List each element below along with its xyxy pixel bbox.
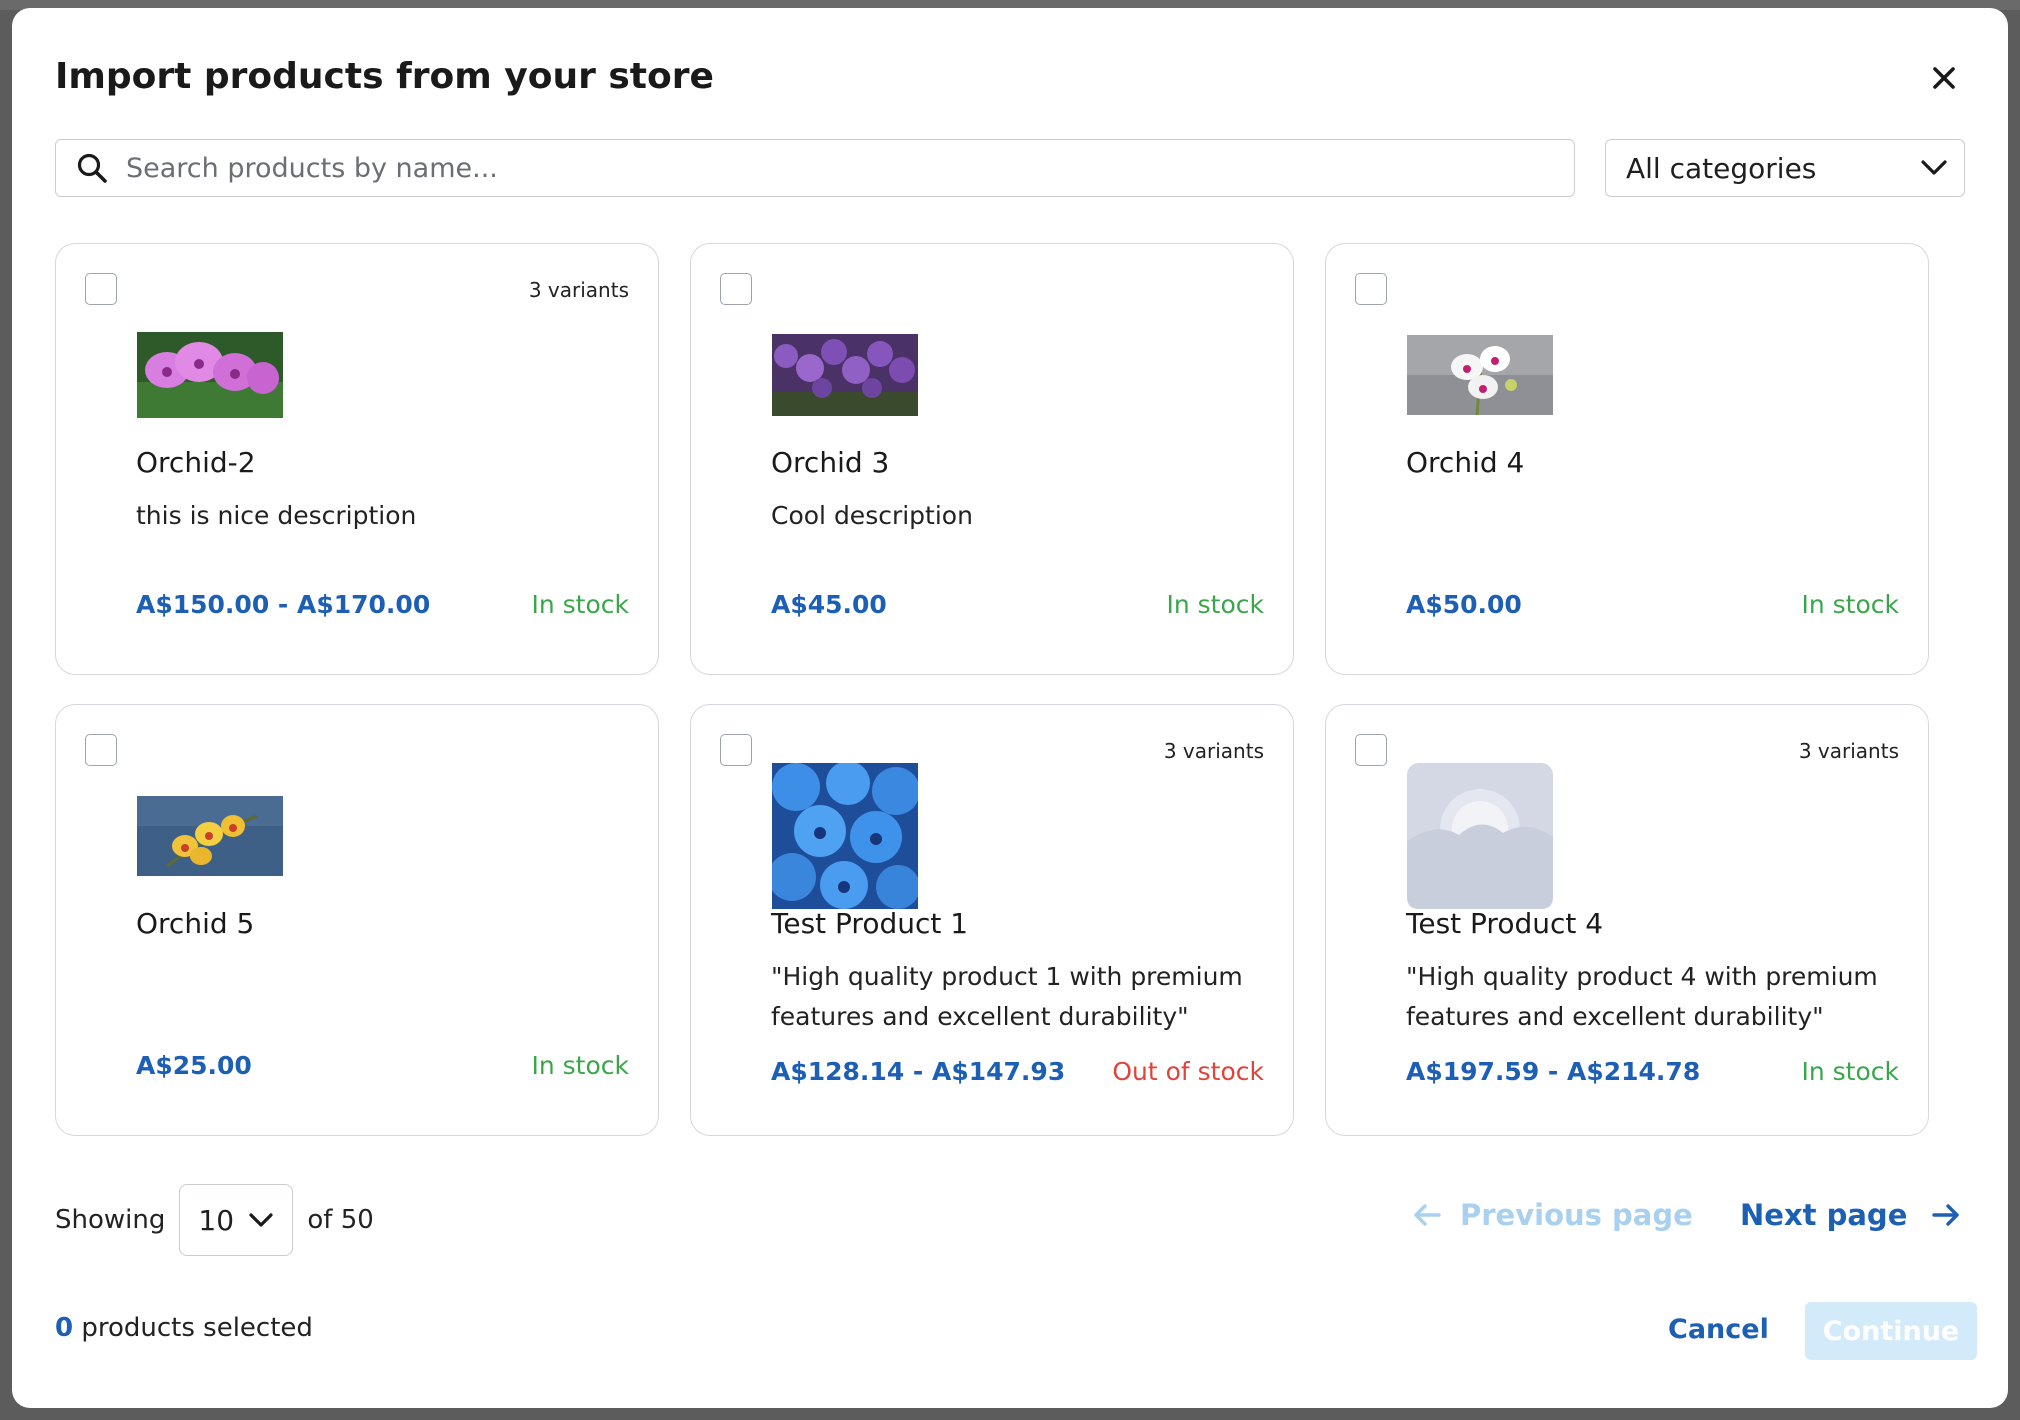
- product-image: [137, 763, 283, 909]
- product-card-orchid-4[interactable]: Orchid 4 A$50.00 In stock: [1325, 243, 1929, 675]
- variants-count: 3 variants: [528, 278, 629, 302]
- continue-button[interactable]: Continue: [1805, 1302, 1977, 1360]
- search-icon: [72, 148, 112, 188]
- product-description: this is nice description: [136, 501, 417, 530]
- stock-status: In stock: [1166, 590, 1264, 619]
- product-name: Test Product 1: [771, 907, 969, 940]
- modal-title: Import products from your store: [55, 56, 714, 97]
- chevron-down-icon: [249, 1213, 273, 1227]
- product-price: A$197.59 - A$214.78: [1406, 1057, 1701, 1086]
- product-card-orchid-3[interactable]: Orchid 3 Cool description A$45.00 In sto…: [690, 243, 1294, 675]
- previous-page-label: Previous page: [1460, 1198, 1693, 1232]
- blue-orchid-photo: [772, 763, 918, 909]
- product-checkbox[interactable]: [720, 734, 752, 766]
- variants-count: 3 variants: [1163, 739, 1264, 763]
- selected-label: products selected: [81, 1313, 313, 1343]
- selection-summary: 0 products selected: [55, 1313, 313, 1343]
- product-checkbox[interactable]: [1355, 734, 1387, 766]
- close-icon: [1933, 67, 1955, 89]
- product-image: [137, 302, 283, 448]
- product-price: A$50.00: [1406, 590, 1522, 619]
- product-name: Orchid 5: [136, 907, 255, 940]
- product-price: A$45.00: [771, 590, 887, 619]
- product-checkbox[interactable]: [1355, 273, 1387, 305]
- selected-count: 0: [55, 1313, 74, 1343]
- product-description: Cool description: [771, 501, 973, 530]
- stock-status: Out of stock: [1112, 1057, 1264, 1086]
- category-select-value: All categories: [1626, 151, 1817, 185]
- cancel-button[interactable]: Cancel: [1668, 1314, 1769, 1345]
- product-checkbox[interactable]: [85, 273, 117, 305]
- chevron-down-icon: [1921, 160, 1947, 175]
- pink-orchid-photo: [137, 332, 283, 418]
- product-image: [772, 763, 918, 909]
- product-name: Orchid-2: [136, 446, 256, 479]
- product-card-orchid-2[interactable]: 3 variants Orchid-2 this is nice descrip…: [55, 243, 659, 675]
- purple-orchid-photo: [772, 334, 918, 416]
- arrow-right-icon: [1932, 1204, 1960, 1226]
- page-size-select[interactable]: 10: [179, 1184, 294, 1256]
- product-name: Orchid 4: [1406, 446, 1525, 479]
- total-count-label: of 50: [307, 1205, 374, 1235]
- product-price: A$25.00: [136, 1051, 252, 1080]
- category-select[interactable]: All categories: [1605, 139, 1965, 197]
- product-image: [772, 302, 918, 448]
- stock-status: In stock: [1801, 590, 1899, 619]
- arrow-left-icon: [1414, 1204, 1441, 1226]
- product-name: Test Product 4: [1406, 907, 1604, 940]
- pagination-summary: Showing 10 of 50: [55, 1184, 374, 1256]
- variants-count: 3 variants: [1798, 739, 1899, 763]
- product-description: "High quality product 4 with premium fea…: [1406, 962, 1878, 1031]
- yellow-orchid-photo: [137, 796, 283, 876]
- stock-status: In stock: [531, 590, 629, 619]
- search-input[interactable]: [126, 152, 1526, 184]
- import-products-modal: Import products from your store All cate…: [12, 8, 2008, 1408]
- product-checkbox[interactable]: [720, 273, 752, 305]
- showing-label: Showing: [55, 1205, 166, 1235]
- previous-page-button[interactable]: Previous page: [1412, 1198, 1693, 1232]
- product-card-test-product-4[interactable]: 3 variants Test Product 4 "High quality …: [1325, 704, 1929, 1136]
- close-button[interactable]: [1926, 60, 1962, 96]
- image-placeholder-icon: [1407, 763, 1553, 909]
- next-page-label: Next page: [1740, 1198, 1908, 1232]
- product-card-test-product-1[interactable]: 3 variants Test Product 1 "High quality …: [690, 704, 1294, 1136]
- product-checkbox[interactable]: [85, 734, 117, 766]
- page-size-value: 10: [198, 1203, 235, 1237]
- white-orchid-photo: [1407, 335, 1553, 415]
- next-page-button[interactable]: Next page: [1740, 1198, 1961, 1232]
- product-name: Orchid 3: [771, 446, 890, 479]
- search-box: [55, 139, 1575, 197]
- product-image: [1407, 302, 1553, 448]
- product-description: "High quality product 1 with premium fea…: [771, 962, 1243, 1031]
- product-price: A$128.14 - A$147.93: [771, 1057, 1066, 1086]
- product-card-orchid-5[interactable]: Orchid 5 A$25.00 In stock: [55, 704, 659, 1136]
- product-price: A$150.00 - A$170.00: [136, 590, 431, 619]
- product-image: [1407, 763, 1553, 909]
- stock-status: In stock: [531, 1051, 629, 1080]
- stock-status: In stock: [1801, 1057, 1899, 1086]
